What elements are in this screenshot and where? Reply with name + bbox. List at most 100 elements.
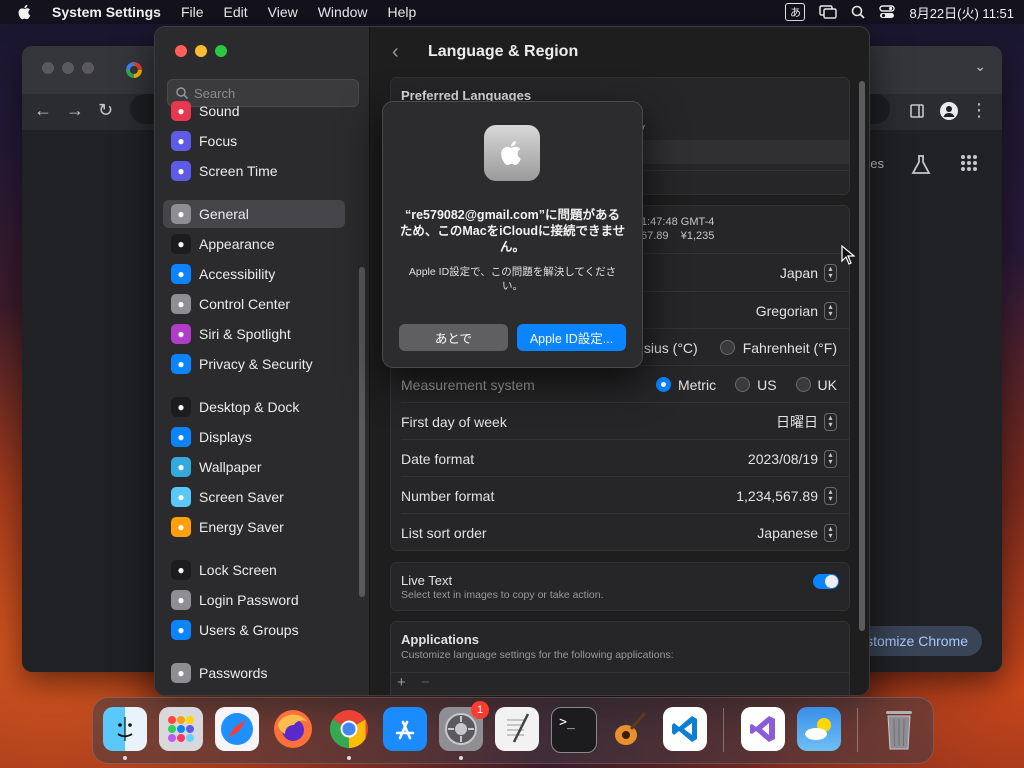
sidebar-item-lock-screen[interactable]: ● Lock Screen bbox=[163, 556, 345, 584]
sidebar-item-label: General bbox=[199, 206, 249, 222]
apple-menu-icon[interactable] bbox=[16, 3, 34, 21]
minimize-window-button[interactable] bbox=[195, 45, 207, 57]
sidebar-item-wallpaper[interactable]: ● Wallpaper bbox=[163, 453, 345, 481]
live-text-toggle[interactable] bbox=[813, 574, 839, 589]
tab-search-chevron-icon[interactable]: ⌄ bbox=[974, 58, 986, 75]
garageband-icon[interactable] bbox=[607, 707, 651, 751]
first-day-stepper[interactable]: ▴ ▾ bbox=[824, 412, 837, 431]
date-format-row[interactable]: Date format 2023/08/19 ▴ ▾ bbox=[391, 440, 849, 477]
sidebar-item-displays[interactable]: ● Displays bbox=[163, 423, 345, 451]
app-store-icon[interactable] bbox=[383, 707, 427, 751]
later-button[interactable]: あとで bbox=[399, 324, 508, 351]
control-center-icon: ● bbox=[171, 294, 191, 314]
terminal-icon[interactable]: >_ bbox=[551, 707, 597, 753]
profile-icon[interactable] bbox=[940, 102, 958, 120]
sort-order-stepper[interactable]: ▴ ▾ bbox=[824, 523, 837, 542]
date-format-value: 2023/08/19 bbox=[747, 450, 818, 467]
menu-clock[interactable]: 8月22日(火) 11:51 bbox=[909, 3, 1014, 22]
applications-description: Customize language settings for the foll… bbox=[401, 649, 674, 661]
menu-window[interactable]: Window bbox=[318, 4, 368, 20]
apple-logo-icon bbox=[484, 125, 540, 181]
firefox-icon[interactable] bbox=[271, 707, 315, 751]
weather-icon[interactable] bbox=[797, 707, 841, 751]
live-text-group: Live Text Select text in images to copy … bbox=[390, 562, 850, 611]
finder-icon[interactable] bbox=[103, 707, 147, 751]
sidebar-item-desktop-dock[interactable]: ● Desktop & Dock bbox=[163, 393, 345, 421]
metric-radio[interactable] bbox=[655, 377, 671, 392]
sidebar-item-accessibility[interactable]: ● Accessibility bbox=[163, 260, 345, 288]
chrome-minimize-dot[interactable] bbox=[62, 62, 74, 74]
sort-order-value: Japanese bbox=[757, 524, 818, 541]
mouse-cursor-icon bbox=[841, 245, 855, 265]
chrome-icon[interactable] bbox=[327, 707, 371, 751]
uk-label[interactable]: UK bbox=[818, 377, 837, 393]
sidebar-item-general[interactable]: ● General bbox=[163, 200, 345, 228]
date-format-stepper[interactable]: ▴ ▾ bbox=[824, 449, 837, 468]
sidebar-scrollbar[interactable] bbox=[359, 267, 365, 597]
menu-app-name[interactable]: System Settings bbox=[52, 4, 161, 20]
siri-icon: ● bbox=[171, 324, 191, 344]
region-stepper[interactable]: ▴ ▾ bbox=[824, 263, 837, 282]
system-settings-dock-icon[interactable]: 1 bbox=[439, 701, 489, 751]
sidebar-item-sound[interactable]: ● Sound bbox=[163, 97, 345, 125]
sidebar-item-label: Sound bbox=[199, 103, 240, 119]
chrome-close-dot[interactable] bbox=[42, 62, 54, 74]
sort-order-row[interactable]: List sort order Japanese ▴ ▾ bbox=[391, 514, 849, 551]
google-apps-icon[interactable] bbox=[960, 154, 978, 172]
menu-edit[interactable]: Edit bbox=[224, 4, 248, 20]
screensaver-icon: ● bbox=[171, 487, 191, 507]
control-center-icon[interactable] bbox=[879, 5, 896, 19]
calendar-stepper[interactable]: ▴ ▾ bbox=[824, 301, 837, 320]
us-radio[interactable] bbox=[735, 377, 751, 392]
close-window-button[interactable] bbox=[175, 45, 187, 57]
menu-view[interactable]: View bbox=[268, 4, 298, 20]
sidebar-item-screen-saver[interactable]: ● Screen Saver bbox=[163, 483, 345, 511]
sidebar-item-passwords[interactable]: ● Passwords bbox=[163, 659, 345, 687]
sidebar-item-login-password[interactable]: ● Login Password bbox=[163, 586, 345, 614]
uk-radio[interactable] bbox=[795, 377, 811, 392]
spotlight-search-icon[interactable] bbox=[851, 5, 866, 19]
fahrenheit-label[interactable]: Fahrenheit (°F) bbox=[743, 340, 837, 356]
chrome-menu-icon[interactable]: ⋮ bbox=[970, 100, 988, 121]
add-application-button[interactable]: + bbox=[397, 674, 406, 691]
side-panel-icon[interactable] bbox=[910, 104, 924, 118]
apple-id-settings-button[interactable]: Apple ID設定... bbox=[517, 324, 626, 351]
chrome-forward-icon[interactable]: → bbox=[66, 100, 84, 121]
us-label[interactable]: US bbox=[757, 377, 776, 393]
sidebar-item-control-center[interactable]: ● Control Center bbox=[163, 290, 345, 318]
remove-application-button[interactable]: − bbox=[421, 674, 430, 691]
vscode-icon[interactable] bbox=[663, 707, 707, 751]
sidebar-item-siri-spotlight[interactable]: ● Siri & Spotlight bbox=[163, 320, 345, 348]
number-format-stepper[interactable]: ▴ ▾ bbox=[824, 486, 837, 505]
google-favicon-icon[interactable] bbox=[126, 62, 142, 78]
moon-icon: ● bbox=[171, 131, 191, 151]
zoom-window-button[interactable] bbox=[215, 45, 227, 57]
textedit-icon[interactable] bbox=[495, 707, 539, 751]
metric-label[interactable]: Metric bbox=[678, 377, 716, 393]
chrome-zoom-dot[interactable] bbox=[82, 62, 94, 74]
sidebar-item-energy-saver[interactable]: ● Energy Saver bbox=[163, 513, 345, 541]
menu-help[interactable]: Help bbox=[388, 4, 417, 20]
sort-order-label: List sort order bbox=[401, 524, 487, 541]
safari-icon[interactable] bbox=[215, 707, 259, 751]
visual-studio-icon[interactable] bbox=[741, 707, 785, 751]
launchpad-icon[interactable] bbox=[159, 707, 203, 751]
trash-icon[interactable] bbox=[877, 707, 921, 751]
chrome-back-icon[interactable]: ← bbox=[34, 100, 52, 121]
sidebar-item-users-groups[interactable]: ● Users & Groups bbox=[163, 616, 345, 644]
back-button[interactable]: ‹ bbox=[392, 41, 412, 64]
chrome-reload-icon[interactable]: ↻ bbox=[98, 100, 113, 121]
fahrenheit-radio[interactable] bbox=[719, 340, 735, 355]
mirroring-icon[interactable] bbox=[819, 5, 838, 19]
number-format-row[interactable]: Number format 1,234,567.89 ▴ ▾ bbox=[391, 477, 849, 514]
content-scrollbar[interactable] bbox=[859, 81, 865, 631]
sidebar-item-privacy-security[interactable]: ● Privacy & Security bbox=[163, 350, 345, 378]
input-method-indicator[interactable]: あ bbox=[785, 3, 806, 21]
menu-file[interactable]: File bbox=[181, 4, 204, 20]
number-preview: 67.89 ¥1,235 bbox=[641, 230, 715, 242]
sidebar-item-focus[interactable]: ● Focus bbox=[163, 127, 345, 155]
sidebar-item-screen-time[interactable]: ● Screen Time bbox=[163, 157, 345, 185]
sidebar-item-appearance[interactable]: ● Appearance bbox=[163, 230, 345, 258]
first-day-row[interactable]: First day of week 日曜日 ▴ ▾ bbox=[391, 403, 849, 440]
labs-flask-icon[interactable] bbox=[910, 154, 932, 176]
